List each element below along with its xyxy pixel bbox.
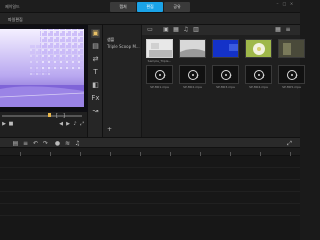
view-grid-icon[interactable]: ▦ bbox=[274, 26, 282, 34]
timeline-ruler[interactable] bbox=[0, 148, 300, 156]
library-grid: Sample_Triple... ♪ SP-M01.mpa ♪ SP-M02.m… bbox=[142, 35, 305, 137]
redo-icon[interactable]: ↷ bbox=[42, 140, 49, 147]
instant-project-icon[interactable]: ▤ bbox=[91, 42, 100, 51]
stop-icon[interactable]: ■ bbox=[8, 121, 14, 127]
filter-icon[interactable]: Fx bbox=[91, 94, 100, 103]
mark-out-icon[interactable]: ] bbox=[61, 113, 67, 119]
title-track[interactable] bbox=[0, 180, 300, 192]
library-tool-strip: ▣ ▤ ⇄ T ◧ Fx ↝ bbox=[88, 25, 103, 137]
music-note-icon: ♪ bbox=[163, 74, 167, 80]
library-thumbnail[interactable] bbox=[212, 39, 239, 58]
library-thumbnail[interactable] bbox=[146, 39, 173, 58]
thumbnail-image bbox=[213, 40, 238, 57]
thumbnail-label: Sample_Triple... bbox=[147, 59, 172, 63]
library-toolbar: ▭ ▣ ▦ ♫ ▥ ▦ ≡ bbox=[142, 25, 300, 35]
music-note-icon: ♪ bbox=[196, 74, 200, 80]
add-folder-icon[interactable]: + bbox=[105, 125, 114, 134]
thumbnail-label: SP-M04.mpa bbox=[249, 85, 268, 89]
sound-mixer-icon[interactable]: ≋ bbox=[64, 140, 71, 147]
photo-filter-icon[interactable]: ▦ bbox=[172, 26, 180, 34]
prev-frame-icon[interactable]: ◀ bbox=[58, 121, 64, 127]
preview-image bbox=[0, 29, 85, 107]
library-thumbnail-music[interactable]: ♪ bbox=[212, 65, 239, 84]
timeline-toolbar: ▤ ≡ ↶ ↷ ● ≋ ♫ ⤢ bbox=[0, 137, 300, 148]
view-list-icon[interactable]: ≡ bbox=[284, 26, 292, 34]
menu-bar: 파일편집 bbox=[0, 13, 300, 25]
transition-icon[interactable]: ⇄ bbox=[91, 55, 100, 64]
voice-track[interactable] bbox=[0, 192, 300, 204]
close-icon[interactable]: × bbox=[289, 1, 294, 6]
library-thumbnail[interactable] bbox=[179, 39, 206, 58]
tab-capture[interactable]: 캡처 bbox=[110, 2, 136, 12]
path-icon[interactable]: ↝ bbox=[91, 107, 100, 116]
library-thumbnail-music[interactable]: ♪ bbox=[179, 65, 206, 84]
thumbnail-label: SP-M05.mpa bbox=[282, 85, 301, 89]
music-note-icon: ♪ bbox=[262, 74, 266, 80]
library-thumbnail-music[interactable]: ♪ bbox=[278, 65, 305, 84]
mark-in-icon[interactable]: [ bbox=[54, 113, 60, 119]
thumbnail-image bbox=[246, 40, 271, 57]
tab-edit[interactable]: 편집 bbox=[137, 2, 163, 12]
play-icon[interactable]: ▶ bbox=[1, 121, 7, 127]
preview-video bbox=[0, 25, 88, 112]
video-track[interactable] bbox=[0, 156, 300, 168]
sort-icon[interactable]: ▥ bbox=[192, 26, 200, 34]
video-filter-icon[interactable]: ▣ bbox=[162, 26, 170, 34]
fullscreen-icon[interactable]: ⤢ bbox=[79, 121, 85, 127]
title-icon[interactable]: T bbox=[91, 68, 100, 77]
folder-icon[interactable]: ▭ bbox=[146, 26, 154, 34]
maximize-icon[interactable]: □ bbox=[282, 1, 287, 6]
tab-share[interactable]: 공유 bbox=[164, 2, 190, 12]
folder-pane: 샘플 Triple Scoop M... + bbox=[103, 25, 142, 137]
music-note-icon: ♪ bbox=[229, 74, 233, 80]
thumbnail-label: SP-M01.mpa bbox=[150, 85, 169, 89]
folder-item-sample[interactable]: 샘플 bbox=[107, 37, 141, 43]
next-frame-icon[interactable]: ▶ bbox=[65, 121, 71, 127]
thumbnail-image bbox=[279, 40, 304, 57]
undo-icon[interactable]: ↶ bbox=[32, 140, 39, 147]
library-thumbnail[interactable] bbox=[278, 39, 305, 58]
preview-panel: ▶ ■ [ ] ◀ ▶ ♪ ⤢ bbox=[0, 25, 88, 137]
preview-playhead[interactable] bbox=[48, 113, 51, 117]
thumbnail-image bbox=[147, 40, 172, 57]
timeline-view-icon[interactable]: ≡ bbox=[22, 140, 29, 147]
storyboard-view-icon[interactable]: ▤ bbox=[12, 140, 19, 147]
zoom-fit-icon[interactable]: ⤢ bbox=[286, 140, 293, 147]
preview-scrub-track[interactable] bbox=[2, 115, 82, 117]
volume-icon[interactable]: ♪ bbox=[72, 121, 78, 127]
library-thumbnail[interactable] bbox=[245, 39, 272, 58]
thumbnail-image bbox=[180, 40, 205, 57]
thumbnail-label: SP-M02.mpa bbox=[183, 85, 202, 89]
minimize-icon[interactable]: – bbox=[275, 1, 280, 6]
library-thumbnail-music[interactable]: ♪ bbox=[146, 65, 173, 84]
music-note-icon: ♪ bbox=[295, 74, 299, 80]
record-icon[interactable]: ● bbox=[54, 140, 61, 147]
app-title: 제이일드 bbox=[5, 4, 20, 9]
media-folder-icon[interactable]: ▣ bbox=[91, 29, 100, 38]
thumbnail-label: SP-M03.mpa bbox=[216, 85, 235, 89]
auto-music-icon[interactable]: ♫ bbox=[74, 140, 81, 147]
overlay-track[interactable] bbox=[0, 168, 300, 180]
music-track[interactable] bbox=[0, 204, 300, 216]
folder-item-triple-scoop[interactable]: Triple Scoop M... bbox=[107, 44, 141, 49]
title-bar: 제이일드 캡처 편집 공유 – □ × bbox=[0, 0, 300, 13]
timeline-tracks[interactable] bbox=[0, 156, 300, 240]
audio-filter-icon[interactable]: ♫ bbox=[182, 26, 190, 34]
library-thumbnail-music[interactable]: ♪ bbox=[245, 65, 272, 84]
menu-file-edit[interactable]: 파일편집 bbox=[8, 17, 23, 23]
graphic-icon[interactable]: ◧ bbox=[91, 81, 100, 90]
